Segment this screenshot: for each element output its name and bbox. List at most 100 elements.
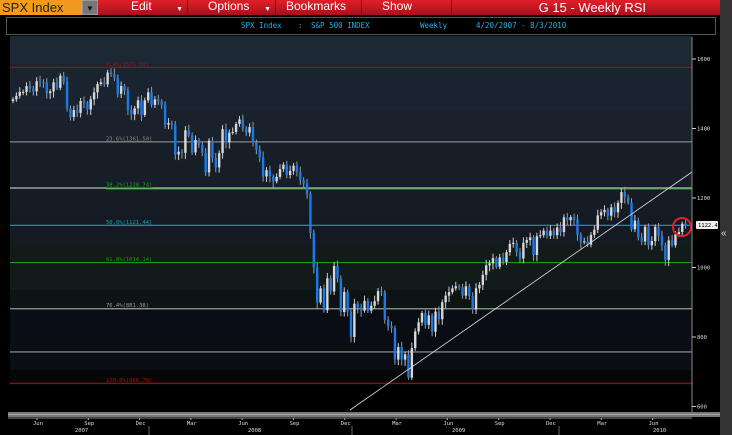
candle-body — [123, 86, 126, 91]
candle-body — [474, 288, 478, 310]
candle-body — [343, 291, 346, 312]
candle-body — [241, 119, 245, 129]
candle-body — [417, 322, 420, 332]
background-band — [10, 36, 692, 64]
candle-body — [147, 92, 150, 101]
candle-body — [190, 135, 194, 153]
price-chart[interactable]: 0.0%(1576.09) 23.6%(1361.50) 38.2%(1228.74… — [0, 0, 720, 435]
background-band — [10, 385, 692, 412]
candle-body — [170, 122, 174, 125]
candle-body — [593, 229, 596, 235]
candle-body — [231, 131, 234, 133]
x-year-label: 2007 — [75, 428, 88, 434]
candle-body — [207, 140, 211, 173]
candle-body — [309, 193, 312, 234]
candle-body — [552, 230, 555, 236]
candle-body — [495, 258, 498, 267]
candle-body — [525, 240, 528, 243]
candle-body — [630, 202, 633, 230]
candle-body — [410, 348, 414, 378]
candle-body — [599, 212, 603, 216]
candle-body — [380, 291, 383, 293]
candle-body — [140, 100, 143, 115]
candle-body — [224, 129, 228, 143]
candle-body — [478, 284, 481, 289]
candle-body — [579, 234, 583, 243]
y-tick-label: 600 — [697, 405, 707, 411]
candle-body — [96, 84, 99, 93]
collapse-panel-icon[interactable]: « — [721, 228, 727, 239]
candle-body — [18, 92, 21, 96]
candle-body — [667, 240, 670, 260]
candle-body — [610, 207, 613, 216]
candle-body — [268, 170, 272, 177]
candle-body — [312, 233, 316, 268]
x-month-label: Dec — [136, 421, 146, 427]
candle-body — [258, 149, 261, 157]
candle-body — [261, 156, 265, 177]
candle-body — [69, 108, 72, 118]
candle-body — [650, 241, 654, 246]
candle-body — [376, 291, 380, 302]
y-tick-label: 800 — [697, 335, 707, 341]
candle-body — [424, 313, 427, 325]
candle-body — [177, 151, 180, 155]
candle-body — [572, 217, 576, 220]
candle-body — [660, 235, 664, 246]
y-tick-label: 1200 — [697, 196, 710, 202]
candle-body — [562, 217, 566, 233]
candle-body — [637, 220, 640, 238]
fib-level-label: 76.4%(881.38) — [106, 303, 149, 309]
candle-body — [332, 266, 336, 292]
candle-body — [383, 292, 386, 320]
candle-body — [109, 72, 113, 74]
candle-body — [329, 278, 332, 292]
candle-body — [643, 226, 647, 242]
candle-body — [76, 110, 79, 113]
candle-body — [485, 265, 488, 275]
candle-body — [180, 151, 184, 153]
candle-body — [143, 100, 147, 115]
candle-body — [35, 81, 38, 92]
candle-body — [613, 207, 616, 213]
candle-body — [89, 99, 92, 110]
candle-body — [549, 230, 552, 236]
candle-body — [566, 217, 569, 221]
candle-body — [214, 158, 217, 168]
candle-body — [25, 86, 28, 93]
candle-body — [103, 82, 106, 85]
candle-body — [620, 192, 623, 203]
candle-body — [657, 226, 660, 236]
candle-body — [616, 202, 620, 213]
candle-body — [363, 300, 366, 311]
candle-body — [508, 243, 512, 253]
candle-body — [322, 288, 326, 311]
fib-level-label: 38.2%(1228.74) — [106, 183, 152, 189]
candle-body — [217, 153, 221, 168]
candle-body — [160, 101, 163, 105]
candle-body — [116, 77, 119, 94]
candle-body — [457, 286, 461, 288]
scrollbar[interactable]: « — [720, 0, 732, 435]
candle-body — [106, 72, 109, 85]
candle-body — [491, 258, 495, 264]
candle-body — [265, 170, 268, 177]
candle-body — [370, 305, 373, 311]
candle-body — [518, 252, 522, 259]
x-month-label: Sep — [495, 421, 505, 427]
candle-body — [62, 75, 65, 82]
candle-body — [187, 130, 190, 136]
candle-body — [153, 99, 157, 105]
candle-body — [640, 237, 643, 242]
candle-body — [522, 242, 525, 259]
candle-body — [583, 241, 586, 243]
candle-body — [82, 101, 86, 104]
candle-body — [623, 192, 626, 198]
candle-body — [79, 101, 82, 113]
candle-body — [414, 331, 417, 349]
candle-body — [434, 311, 437, 332]
candle-body — [464, 286, 468, 296]
x-year-label: 2008 — [248, 428, 261, 434]
candle-body — [674, 234, 677, 246]
candle-body — [113, 73, 116, 78]
